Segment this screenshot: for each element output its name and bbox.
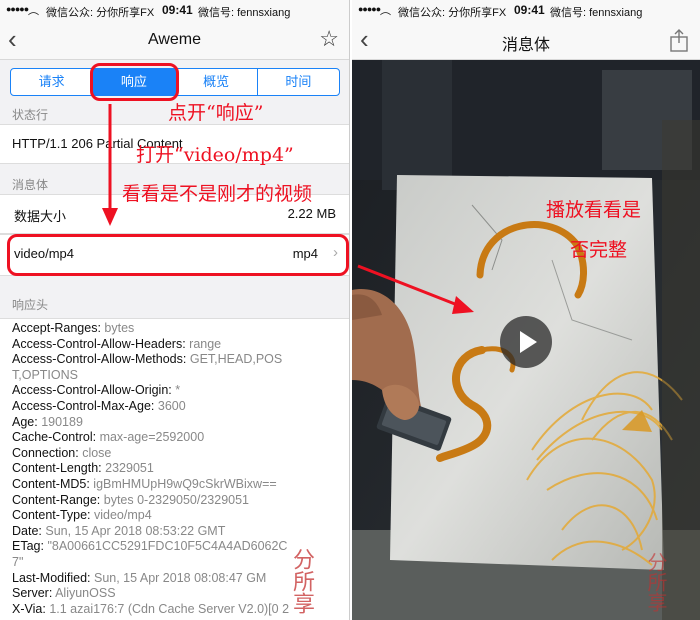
annotation-play-line1: 播放看看是	[546, 199, 642, 221]
annotation-play-line2: 否完整	[570, 239, 628, 261]
annotation-arrow-right	[357, 264, 474, 314]
left-phone-screen: ●●●●● ︵ 微信公众: 分你所享FX 09:41 微信号: fennsxia…	[0, 0, 350, 620]
annotation-open-video: 打开“video/mp4”	[136, 144, 294, 166]
annotation-arrow-down	[102, 104, 118, 226]
watermark-left: 分所享	[289, 548, 314, 614]
annotation-check-video: 看看是不是刚才的视频	[122, 183, 313, 205]
annotation-open-response: 点开“响应”	[168, 102, 264, 124]
right-phone-screen: ●●●●● ︵ 微信公众: 分你所享FX 09:41 微信号: fennsxia…	[352, 0, 700, 620]
watermark-right: 分所享	[644, 552, 668, 612]
